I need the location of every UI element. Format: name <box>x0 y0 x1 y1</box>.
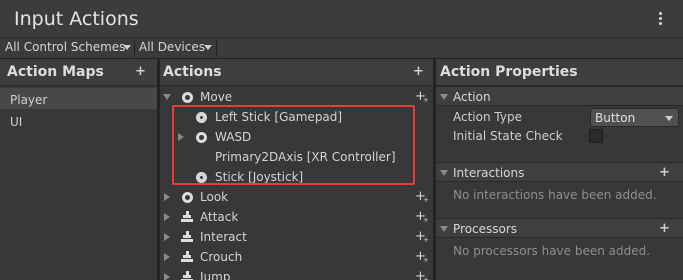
button-action-icon <box>181 251 193 262</box>
action-map-ui[interactable]: UI <box>0 110 157 131</box>
action-properties-title: Action Properties <box>440 64 578 80</box>
fold-right-icon[interactable] <box>164 233 170 241</box>
actions-header: Actions + <box>160 59 433 86</box>
action-maps-title: Action Maps <box>7 64 104 80</box>
add-processor-icon[interactable]: + <box>659 221 670 236</box>
fold-down-icon[interactable] <box>440 226 448 232</box>
processors-empty-message: No processors have been added. <box>453 244 651 258</box>
button-action-icon <box>181 211 193 222</box>
fold-right-icon[interactable] <box>164 193 170 201</box>
action-row-jump[interactable]: Jump + + <box>160 267 433 280</box>
control-schemes-label: All Control Schemes <box>5 40 126 54</box>
processors-section-header[interactable]: Processors + <box>436 218 683 238</box>
value-action-icon <box>182 192 193 203</box>
fold-right-icon[interactable] <box>164 213 170 221</box>
action-label: Look <box>200 190 229 204</box>
chevron-down-icon <box>123 45 131 50</box>
value-action-icon <box>182 92 193 103</box>
window-title: Input Actions <box>14 8 139 30</box>
action-row-move[interactable]: Move + + <box>160 87 433 107</box>
add-binding-icon[interactable]: + + <box>415 250 429 264</box>
toolbar-divider <box>216 39 217 57</box>
chevron-down-icon <box>204 45 212 50</box>
control-schemes-dropdown[interactable]: All Control Schemes <box>0 37 135 58</box>
action-row-crouch[interactable]: Crouch + + <box>160 247 433 267</box>
add-action-icon[interactable]: + <box>413 64 424 79</box>
interactions-section-header[interactable]: Interactions + <box>436 162 683 182</box>
action-type-dropdown[interactable]: Button <box>590 108 679 127</box>
devices-label: All Devices <box>139 40 205 54</box>
add-binding-icon[interactable]: + + <box>415 190 429 204</box>
add-binding-icon[interactable]: + + <box>415 230 429 244</box>
add-interaction-icon[interactable]: + <box>659 165 670 180</box>
devices-dropdown[interactable]: All Devices <box>134 37 216 58</box>
initial-state-check-checkbox[interactable] <box>589 129 603 143</box>
action-label: Interact <box>200 230 247 244</box>
fold-down-icon[interactable] <box>440 94 448 100</box>
action-maps-header: Action Maps + <box>0 59 157 86</box>
action-label: Jump <box>200 270 231 280</box>
action-type-value: Button <box>595 111 636 125</box>
action-row-attack[interactable]: Attack + + <box>160 207 433 227</box>
action-row-interact[interactable]: Interact + + <box>160 227 433 247</box>
action-label: Crouch <box>200 250 243 264</box>
action-properties-header: Action Properties <box>436 59 683 86</box>
add-action-map-icon[interactable]: + <box>135 64 146 79</box>
action-label: Attack <box>200 210 239 224</box>
add-binding-icon[interactable]: + + <box>415 270 429 280</box>
action-type-label: Action Type <box>453 110 522 124</box>
fold-right-icon[interactable] <box>164 273 170 280</box>
actions-title: Actions <box>163 64 222 80</box>
button-action-icon <box>181 271 193 280</box>
interactions-empty-message: No interactions have been added. <box>453 188 657 202</box>
add-binding-icon[interactable]: + + <box>415 210 429 224</box>
action-map-label: UI <box>10 115 23 129</box>
section-label: Interactions <box>453 166 525 180</box>
more-options-icon[interactable] <box>654 11 668 27</box>
fold-down-icon[interactable] <box>163 94 171 100</box>
fold-right-icon[interactable] <box>164 253 170 261</box>
chevron-down-icon <box>665 116 673 121</box>
section-label: Action <box>453 90 491 104</box>
add-binding-icon[interactable]: + + <box>415 90 429 104</box>
action-label: Move <box>200 90 233 104</box>
action-map-label: Player <box>10 93 48 107</box>
fold-down-icon[interactable] <box>440 170 448 176</box>
initial-state-check-label: Initial State Check <box>453 129 563 143</box>
action-section-header[interactable]: Action <box>436 86 683 106</box>
highlight-box <box>172 105 415 185</box>
button-action-icon <box>181 231 193 242</box>
action-map-player[interactable]: Player <box>0 88 157 109</box>
action-row-look[interactable]: Look + + <box>160 187 433 207</box>
section-label: Processors <box>453 222 518 236</box>
